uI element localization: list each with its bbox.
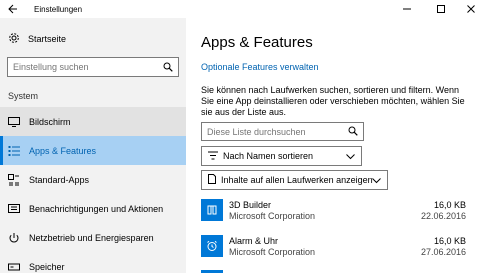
3d-builder-icon (201, 199, 223, 221)
alarm-clock-icon (201, 235, 223, 257)
app-date: 27.06.2016 (420, 247, 466, 257)
sidebar-item-label: Standard-Apps (29, 174, 90, 185)
sidebar-nav: Bildschirm Apps & Features Standard-Apps… (0, 107, 186, 273)
default-apps-icon (8, 173, 20, 186)
monitor-icon (8, 116, 20, 128)
maximize-icon (437, 5, 445, 13)
sidebar-item-label: Benachrichtigungen und Aktionen (29, 203, 164, 214)
sidebar-home-link[interactable]: Startseite (8, 32, 66, 46)
main-content: Apps & Features Optionale Features verwa… (186, 18, 484, 273)
minimize-icon (403, 8, 411, 10)
gear-icon (8, 32, 20, 46)
sidebar-item-apps-features[interactable]: Apps & Features (0, 136, 186, 165)
optional-features-link[interactable]: Optionale Features verwalten (201, 62, 319, 72)
search-icon[interactable] (163, 62, 173, 74)
page-title: Apps & Features (201, 34, 313, 51)
maximize-button[interactable] (426, 2, 456, 16)
sort-icon (208, 151, 218, 162)
sort-dropdown[interactable]: Nach Namen sortieren (201, 146, 362, 166)
app-date: 22.06.2016 (420, 211, 466, 221)
app-list-item[interactable]: 3D Builder Microsoft Corporation 16,0 KB… (201, 199, 466, 227)
sidebar-item-storage[interactable]: Speicher (0, 252, 186, 273)
app-publisher: Microsoft Corporation (229, 211, 316, 221)
sidebar-item-label: Apps & Features (29, 145, 97, 156)
app-size: 16,0 KB (433, 236, 466, 246)
minimize-button[interactable] (392, 2, 422, 16)
back-arrow-icon[interactable] (8, 4, 18, 14)
storage-icon (8, 261, 20, 273)
search-icon[interactable] (348, 126, 358, 138)
settings-search-input[interactable] (8, 58, 158, 76)
close-icon (467, 5, 475, 13)
sidebar-item-label: Netzbetrieb und Energiesparen (29, 232, 154, 243)
app-list-search-box[interactable] (201, 122, 364, 141)
sidebar-section-label: System (8, 91, 39, 101)
sidebar-item-power[interactable]: Netzbetrieb und Energiesparen (0, 223, 186, 252)
description-text: Sie können nach Laufwerken suchen, sorti… (201, 85, 465, 117)
sort-dropdown-label: Nach Namen sortieren (223, 151, 314, 161)
sidebar-item-label: Speicher (29, 261, 65, 272)
app-size: 16,0 KB (433, 200, 466, 210)
drive-filter-dropdown[interactable]: Inhalte auf allen Laufwerken anzeigen (201, 170, 388, 190)
settings-search-box[interactable] (7, 57, 179, 77)
sidebar-item-bildschirm[interactable]: Bildschirm (0, 107, 186, 136)
document-icon (208, 174, 216, 186)
drive-filter-label: Inhalte auf allen Laufwerken anzeigen (221, 175, 373, 185)
close-button[interactable] (456, 2, 484, 16)
chevron-down-icon (372, 176, 381, 186)
power-icon (8, 232, 20, 244)
sidebar-item-notifications[interactable]: Benachrichtigungen und Aktionen (0, 194, 186, 223)
title-bar: Einstellungen (0, 0, 484, 18)
app-list-item[interactable]: Alarm & Uhr Microsoft Corporation 16,0 K… (201, 235, 466, 263)
app-publisher: Microsoft Corporation (229, 247, 316, 257)
notifications-icon (8, 203, 20, 215)
sidebar-home-label: Startseite (28, 34, 67, 44)
apps-list-icon (8, 145, 20, 157)
app-name: Alarm & Uhr (229, 236, 279, 246)
sidebar-item-label: Bildschirm (29, 116, 71, 127)
sidebar: Startseite System Bildschirm Apps & Feat… (0, 18, 186, 273)
chevron-down-icon (346, 152, 355, 162)
app-list-search-input[interactable] (202, 123, 342, 140)
sidebar-item-standard-apps[interactable]: Standard-Apps (0, 165, 186, 194)
window-title: Einstellungen (34, 5, 83, 14)
app-name: 3D Builder (229, 200, 272, 210)
